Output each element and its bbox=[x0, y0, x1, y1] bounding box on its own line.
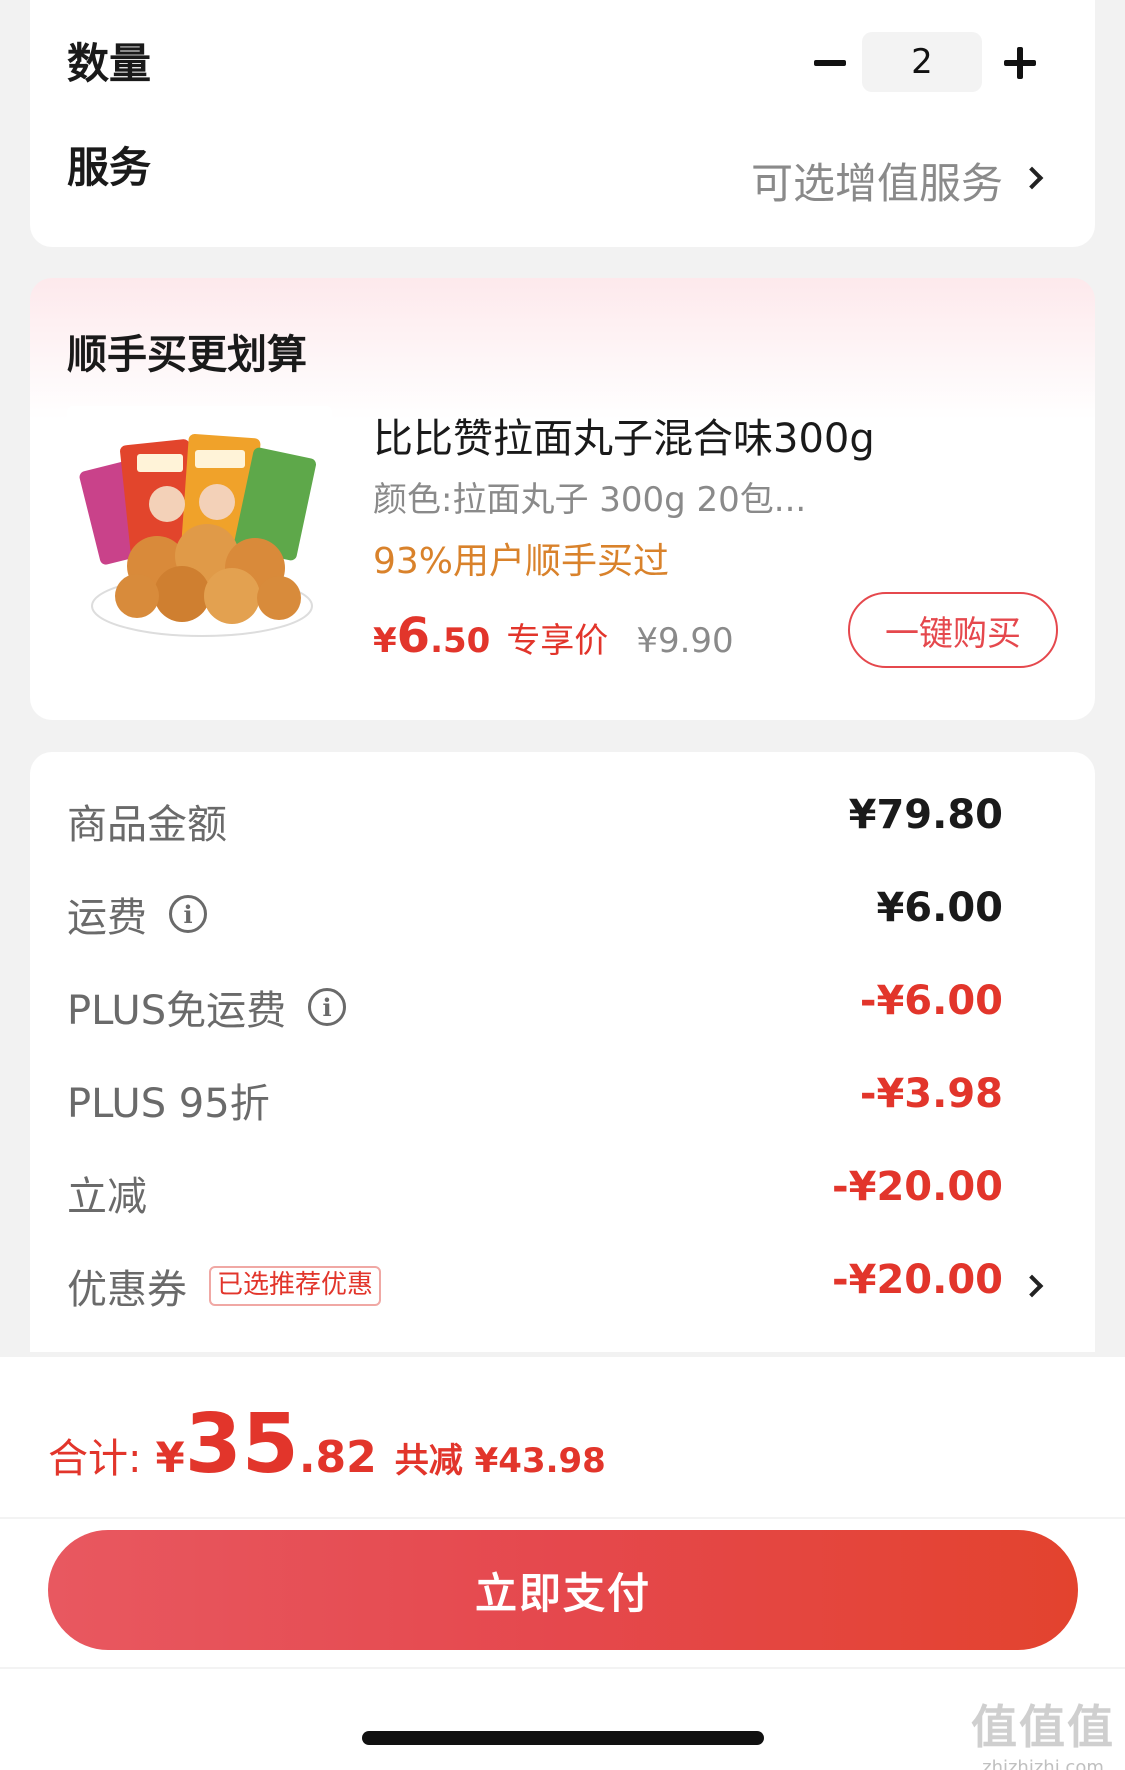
price-summary-card: 商品金额 ¥79.80 运费 i ¥6.00 PLUS免运费 i -¥6.00 … bbox=[30, 752, 1095, 1352]
total-decimal: .82 bbox=[298, 1432, 377, 1483]
summary-label: 运费 bbox=[67, 895, 147, 941]
summary-label: 商品金额 bbox=[67, 802, 227, 848]
quantity-increase-button[interactable] bbox=[995, 33, 1045, 93]
divider bbox=[0, 1667, 1125, 1669]
total-savings: 共减 ¥43.98 bbox=[394, 1441, 606, 1481]
price-integer: 6 bbox=[396, 608, 431, 664]
quantity-label: 数量 bbox=[67, 39, 152, 88]
summary-label: 立减 bbox=[67, 1174, 147, 1220]
social-proof-text: 93%用户顺手买过 bbox=[373, 541, 670, 582]
order-total: 合计: ¥ 35 .82 共减 ¥43.98 bbox=[48, 1397, 606, 1492]
total-integer: 35 bbox=[184, 1397, 299, 1492]
watermark-url: zhizhizhi.com bbox=[982, 1757, 1104, 1770]
divider bbox=[0, 1517, 1125, 1519]
quantity-input[interactable]: 2 bbox=[862, 32, 982, 92]
watermark: 值值值 zhizhizhi.com bbox=[971, 1691, 1115, 1770]
price-currency: ¥ bbox=[373, 621, 397, 661]
chevron-right-icon[interactable] bbox=[1020, 166, 1044, 190]
price-tag: 专享价 bbox=[506, 621, 609, 661]
upsell-title: 顺手买更划算 bbox=[67, 332, 307, 378]
info-icon[interactable]: i bbox=[169, 895, 207, 933]
watermark-logo: 值值值 bbox=[971, 1700, 1115, 1754]
summary-label: PLUS免运费 bbox=[67, 988, 287, 1034]
original-price: ¥9.90 bbox=[636, 621, 734, 661]
coupon-status-badge: 已选推荐优惠 bbox=[209, 1266, 382, 1306]
product-image[interactable] bbox=[67, 406, 332, 671]
product-spec: 颜色:拉面丸子 300g 20包... bbox=[373, 480, 807, 520]
total-currency: ¥ bbox=[155, 1433, 185, 1482]
summary-value: -¥20.00 bbox=[832, 1164, 1003, 1210]
summary-label: PLUS 95折 bbox=[67, 1081, 270, 1127]
service-label: 服务 bbox=[67, 143, 152, 192]
summary-value: -¥6.00 bbox=[859, 978, 1003, 1024]
product-name[interactable]: 比比赞拉面丸子混合味300g bbox=[373, 406, 875, 464]
order-options-card: 数量 2 服务 可选增值服务 bbox=[30, 0, 1095, 247]
pay-now-button[interactable]: 立即支付 bbox=[48, 1530, 1078, 1650]
summary-value: ¥6.00 bbox=[876, 885, 1003, 931]
summary-value: -¥3.98 bbox=[859, 1071, 1003, 1117]
checkout-bar: 合计: ¥ 35 .82 共减 ¥43.98 立即支付 值值值 zhizhizh… bbox=[0, 1357, 1125, 1770]
summary-row-plus-discount: PLUS 95折 -¥3.98 bbox=[67, 1071, 1095, 1131]
price-decimal: .50 bbox=[430, 621, 491, 661]
upsell-card: 顺手买更划算 比比赞拉面丸子混合味300g 颜色:拉面丸子 300g 20包..… bbox=[30, 278, 1095, 720]
quantity-decrease-button[interactable] bbox=[805, 33, 855, 93]
one-click-buy-button[interactable]: 一键购买 bbox=[848, 592, 1058, 668]
summary-row-instant-discount: 立减 -¥20.00 bbox=[67, 1164, 1095, 1224]
snack-product-image bbox=[79, 434, 316, 637]
total-label: 合计: bbox=[48, 1436, 142, 1482]
minus-icon bbox=[814, 60, 846, 66]
summary-label: 优惠券 bbox=[67, 1267, 187, 1313]
home-indicator[interactable] bbox=[362, 1731, 764, 1745]
summary-row-plus-free-shipping: PLUS免运费 i -¥6.00 bbox=[67, 978, 1095, 1038]
service-selector[interactable]: 可选增值服务 bbox=[751, 150, 1003, 211]
summary-value: -¥20.00 bbox=[832, 1257, 1003, 1303]
summary-row-goods: 商品金额 ¥79.80 bbox=[67, 792, 1095, 852]
summary-row-shipping: 运费 i ¥6.00 bbox=[67, 885, 1095, 945]
product-price: ¥ 6 .50 专享价 ¥9.90 bbox=[373, 608, 734, 664]
summary-row-coupon[interactable]: 优惠券 已选推荐优惠 -¥20.00 bbox=[67, 1257, 1095, 1317]
summary-value: ¥79.80 bbox=[848, 792, 1003, 838]
info-icon[interactable]: i bbox=[308, 988, 347, 1026]
